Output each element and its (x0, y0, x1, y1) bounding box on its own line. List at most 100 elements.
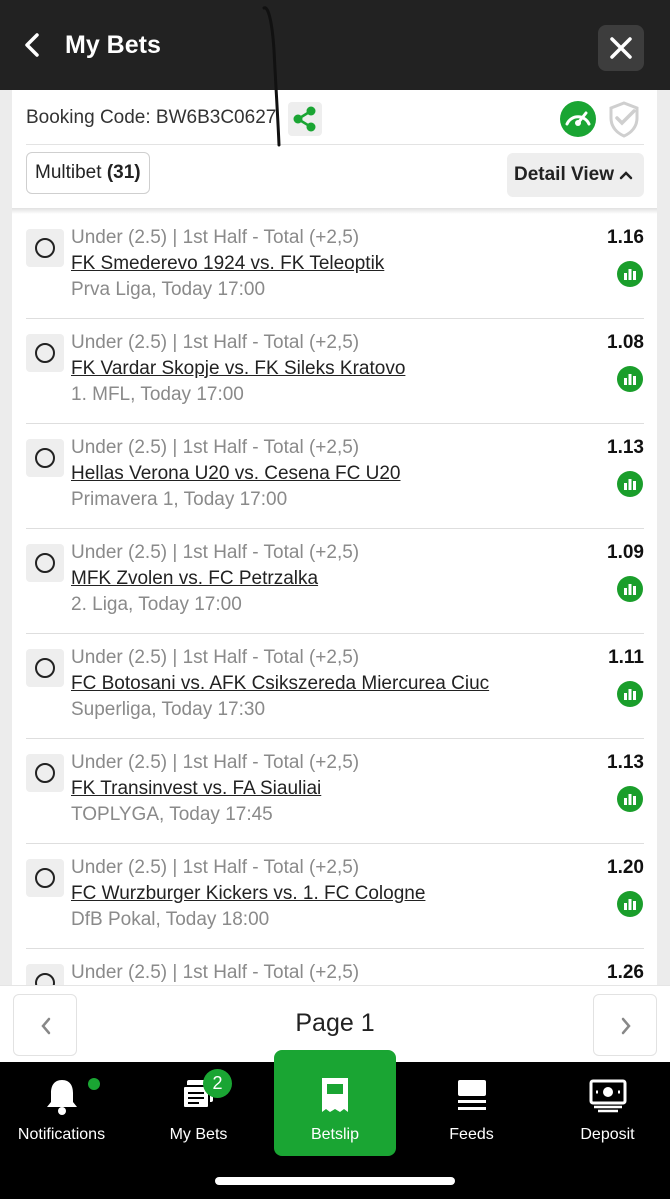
share-icon (293, 106, 316, 132)
radio-circle-icon (35, 868, 55, 888)
bet-match-link[interactable]: FK Transinvest vs. FA Siauliai (71, 777, 321, 801)
bet-item[interactable]: Under (2.5) | 1st Half - Total (+2,5) FK … (12, 214, 657, 319)
radio-circle-icon (35, 658, 55, 678)
radio-circle-icon (35, 763, 55, 783)
shield-check-icon[interactable] (607, 100, 641, 138)
select-radio[interactable] (26, 544, 64, 582)
nav-deposit-label: Deposit (580, 1126, 635, 1143)
speedometer-icon[interactable] (559, 100, 597, 138)
nav-betslip-label: Betslip (310, 1126, 360, 1143)
chevron-left-icon (25, 33, 39, 57)
bet-match-link[interactable]: FC Wurzburger Kickers vs. 1. FC Cologne (71, 882, 425, 906)
multibet-tag: Multibet (31) (26, 152, 150, 194)
bet-item[interactable]: Under (2.5) | 1st Half - Total (+2,5) FC … (12, 634, 657, 739)
bet-league: TOPLYGA, Today 17:45 (71, 804, 273, 825)
nav-notifications-label: Notifications (17, 1126, 106, 1143)
bet-odds: 1.13 (607, 752, 644, 773)
bet-match-link[interactable]: FK Smederevo 1924 vs. FK Teleoptik (71, 252, 384, 276)
stats-icon[interactable] (617, 576, 643, 602)
select-radio[interactable] (26, 859, 64, 897)
select-radio[interactable] (26, 649, 64, 687)
bet-market: Under (2.5) | 1st Half - Total (+2,5) (71, 752, 360, 773)
share-button[interactable] (288, 102, 322, 136)
top-bar: My Bets (0, 0, 670, 90)
page-label: Page 1 (295, 1009, 375, 1037)
bet-item[interactable]: Under (2.5) | 1st Half - Total (+2,5) MFK… (12, 529, 657, 634)
my-bets-badge: 2 (203, 1069, 232, 1098)
cash-icon (589, 1079, 626, 1113)
select-radio[interactable] (26, 439, 64, 477)
bet-odds: 1.11 (608, 647, 644, 668)
bets-card: Booking Code: BW6B3C0627 Multibet (31) D… (12, 90, 657, 1062)
radio-circle-icon (35, 343, 55, 363)
stats-icon[interactable] (617, 366, 643, 392)
bet-market: Under (2.5) | 1st Half - Total (+2,5) (71, 857, 360, 878)
bet-league: DfB Pokal, Today 18:00 (71, 909, 270, 930)
nav-deposit[interactable]: Deposit (546, 1062, 669, 1162)
stats-icon[interactable] (617, 891, 643, 917)
stats-icon[interactable] (617, 471, 643, 497)
bet-match-link[interactable]: FC Botosani vs. AFK Csikszereda Miercure… (71, 672, 489, 696)
bet-market: Under (2.5) | 1st Half - Total (+2,5) (71, 542, 360, 563)
bet-odds: 1.08 (607, 332, 644, 353)
close-button[interactable] (598, 25, 644, 71)
radio-circle-icon (35, 448, 55, 468)
select-radio[interactable] (26, 754, 64, 792)
nav-betslip[interactable]: Betslip (274, 1050, 396, 1156)
bet-item[interactable]: Under (2.5) | 1st Half - Total (+2,5) FC … (12, 844, 657, 949)
feeds-icon (457, 1080, 486, 1110)
bet-odds: 1.26 (607, 962, 644, 983)
stats-icon[interactable] (617, 261, 643, 287)
chevron-right-icon (621, 1017, 631, 1035)
bell-icon (46, 1080, 77, 1115)
stats-icon[interactable] (617, 786, 643, 812)
close-icon (610, 37, 632, 59)
page-title: My Bets (65, 31, 161, 59)
nav-feeds[interactable]: Feeds (410, 1062, 533, 1162)
bet-market: Under (2.5) | 1st Half - Total (+2,5) (71, 332, 360, 353)
nav-my-bets-label: My Bets (169, 1126, 228, 1143)
bet-odds: 1.16 (607, 227, 644, 248)
detail-view-button[interactable]: Detail View (507, 153, 644, 197)
bet-league: Superliga, Today 17:30 (71, 699, 266, 720)
stats-icon[interactable] (617, 681, 643, 707)
nav-feeds-label: Feeds (449, 1126, 494, 1143)
bet-market: Under (2.5) | 1st Half - Total (+2,5) (71, 437, 360, 458)
detail-view-label: Detail View (514, 164, 614, 185)
bets-content: Booking Code: BW6B3C0627 Multibet (31) D… (0, 90, 670, 1062)
select-radio[interactable] (26, 229, 64, 267)
home-indicator (215, 1177, 455, 1185)
back-button[interactable] (18, 28, 48, 62)
notification-dot (88, 1078, 100, 1090)
bet-odds: 1.20 (607, 857, 644, 878)
next-page-button[interactable] (593, 994, 657, 1056)
bet-match-link[interactable]: MFK Zvolen vs. FC Petrzalka (71, 567, 318, 591)
bet-league: Prva Liga, Today 17:00 (71, 279, 266, 300)
radio-circle-icon (35, 553, 55, 573)
chevron-up-icon (619, 171, 633, 180)
multibet-label: Multibet (35, 162, 102, 183)
bet-market: Under (2.5) | 1st Half - Total (+2,5) (71, 647, 360, 668)
bet-league: Primavera 1, Today 17:00 (71, 489, 288, 510)
bet-market: Under (2.5) | 1st Half - Total (+2,5) (71, 962, 360, 983)
betslip-icon (322, 1078, 348, 1112)
nav-betslip-inner: Betslip (274, 1062, 396, 1162)
select-radio[interactable] (26, 334, 64, 372)
pen-stroke-mark (262, 6, 281, 147)
bet-match-link[interactable]: Hellas Verona U20 vs. Cesena FC U20 (71, 462, 401, 486)
nav-notifications[interactable]: Notifications (0, 1062, 123, 1162)
radio-circle-icon (35, 238, 55, 258)
bet-market: Under (2.5) | 1st Half - Total (+2,5) (71, 227, 360, 248)
bet-item[interactable]: Under (2.5) | 1st Half - Total (+2,5) FK … (12, 319, 657, 424)
bet-league: 2. Liga, Today 17:00 (71, 594, 242, 615)
bet-item[interactable]: Under (2.5) | 1st Half - Total (+2,5) FK … (12, 739, 657, 844)
booking-code: Booking Code: BW6B3C0627 (26, 107, 277, 128)
bet-item[interactable]: Under (2.5) | 1st Half - Total (+2,5) Hel… (12, 424, 657, 529)
bet-match-link[interactable]: FK Vardar Skopje vs. FK Sileks Kratovo (71, 357, 405, 381)
bet-odds: 1.13 (607, 437, 644, 458)
nav-my-bets[interactable]: My Bets (137, 1062, 260, 1162)
multibet-count: (31) (106, 162, 141, 183)
bet-odds: 1.09 (607, 542, 644, 563)
header-divider (26, 144, 644, 145)
bet-league: 1. MFL, Today 17:00 (71, 384, 244, 405)
